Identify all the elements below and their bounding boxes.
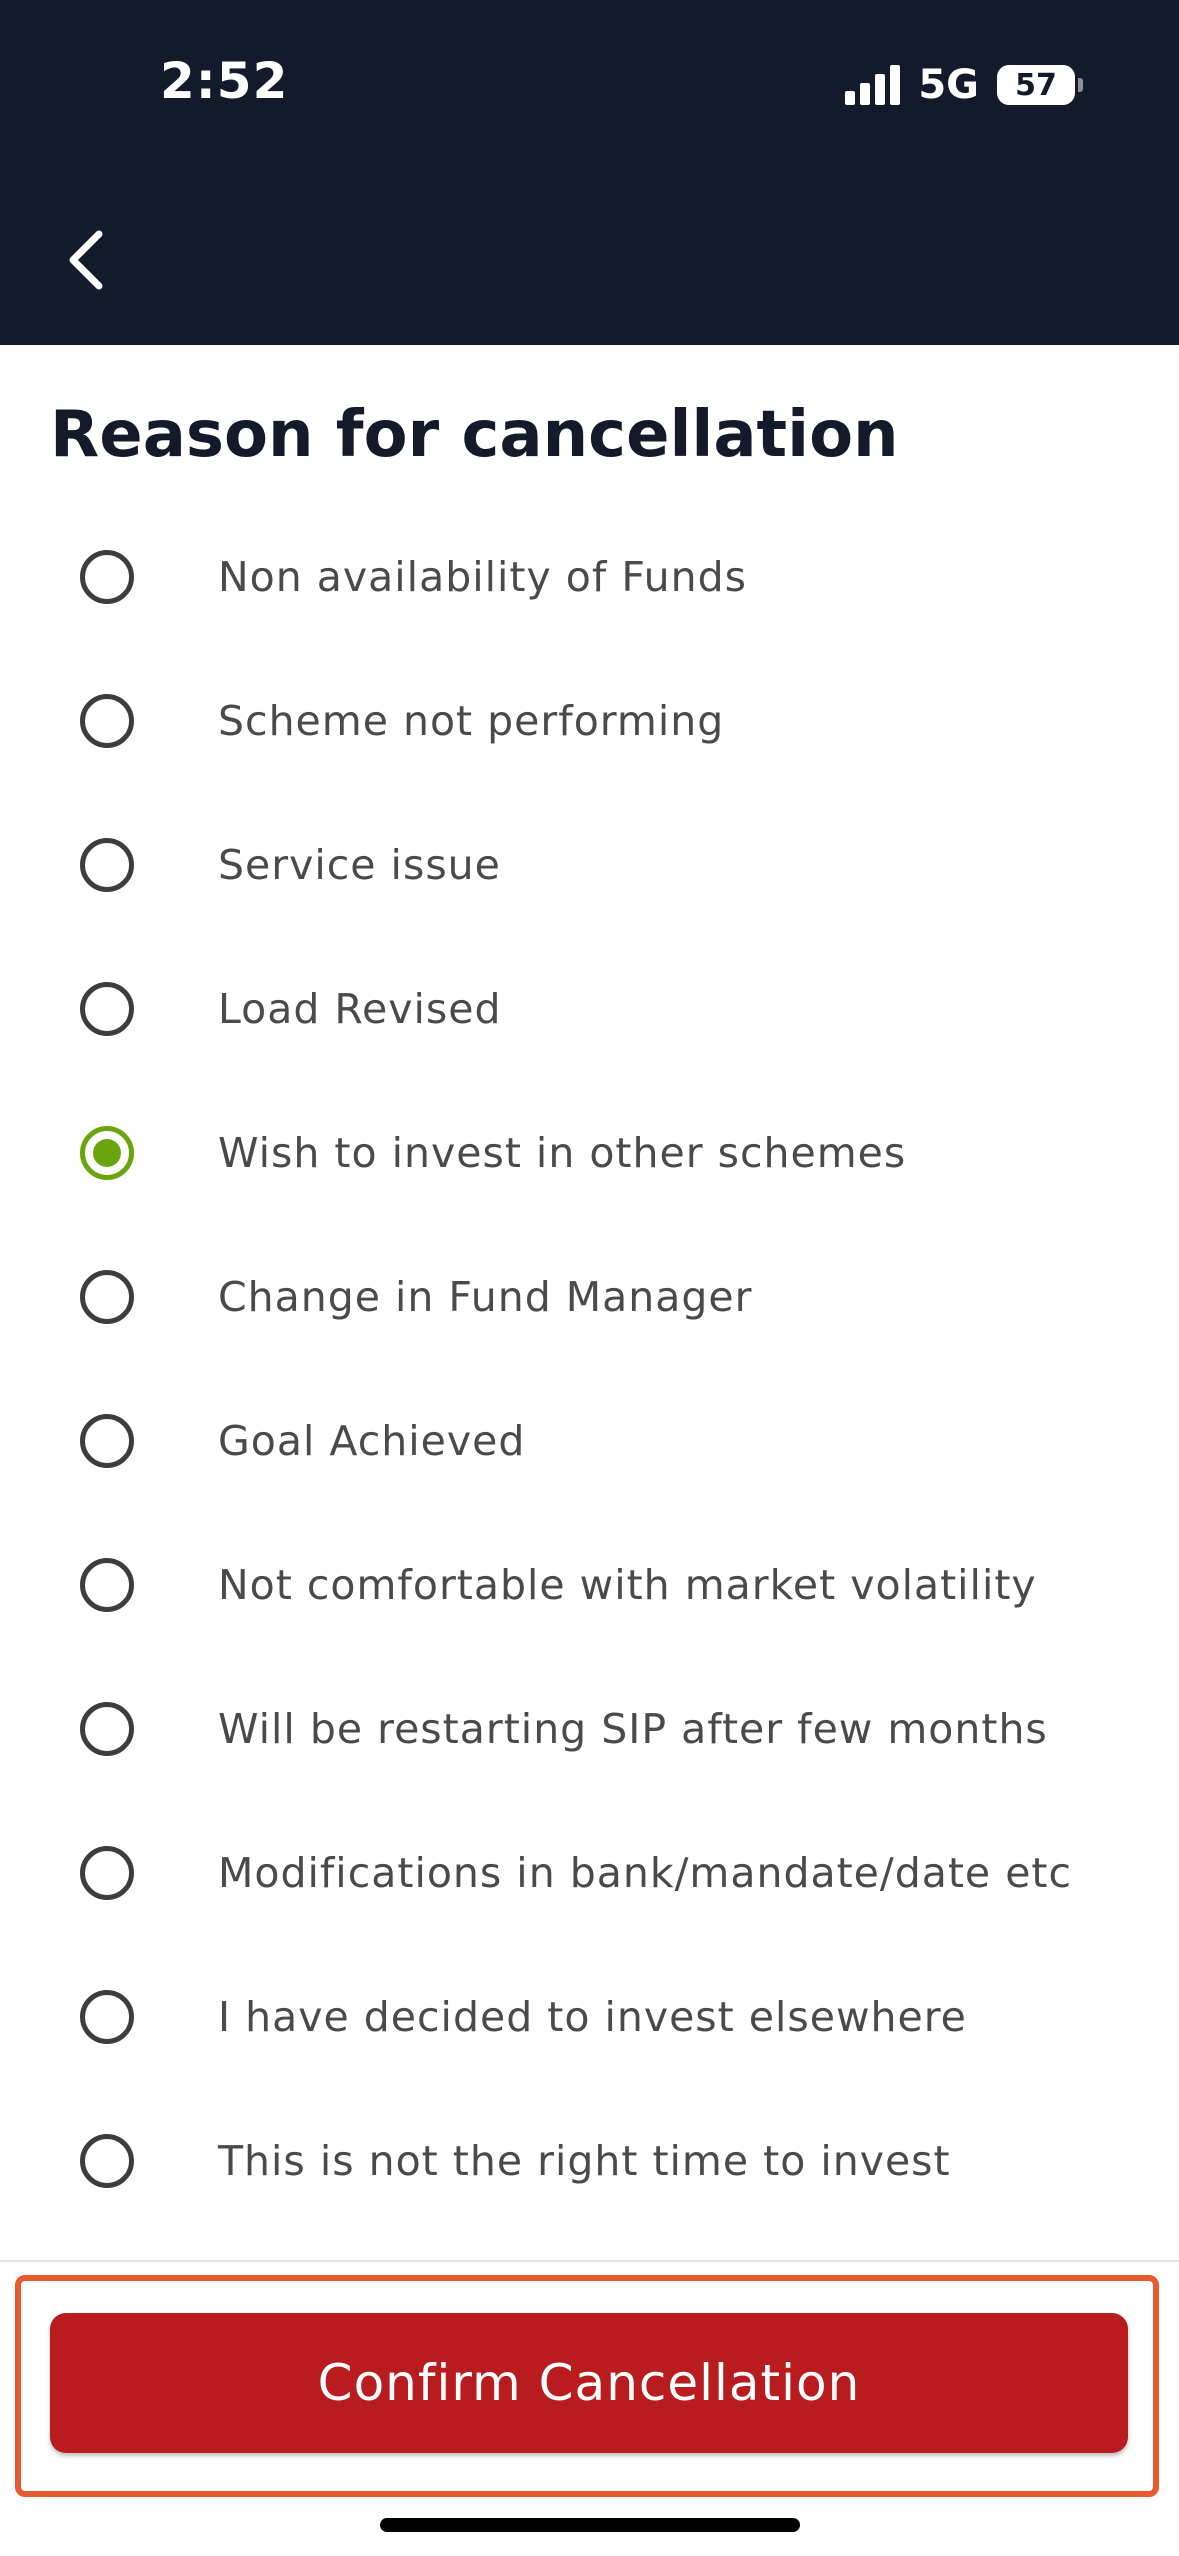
radio-button[interactable] <box>80 1990 134 2044</box>
reason-label: Change in Fund Manager <box>218 1273 753 1321</box>
reason-label: This is not the right time to invest <box>218 2137 951 2185</box>
reason-option[interactable]: Service issue <box>0 793 1179 937</box>
reason-option[interactable]: I have decided to invest elsewhere <box>0 1945 1179 2089</box>
reason-label: Not comfortable with market volatility <box>218 1561 1037 1609</box>
reason-label: Will be restarting SIP after few months <box>218 1705 1048 1753</box>
reason-option[interactable]: Will be restarting SIP after few months <box>0 1657 1179 1801</box>
reason-label: Non availability of Funds <box>218 553 748 601</box>
reason-label: Scheme not performing <box>218 697 725 745</box>
radio-button[interactable] <box>80 2134 134 2188</box>
battery-cap <box>1078 78 1083 92</box>
reason-option[interactable]: Non availability of Funds <box>0 505 1179 649</box>
radio-button[interactable] <box>80 1414 134 1468</box>
radio-button[interactable] <box>80 1270 134 1324</box>
status-time: 2:52 <box>160 52 289 110</box>
reason-option[interactable]: Scheme not performing <box>0 649 1179 793</box>
back-button[interactable] <box>50 220 120 300</box>
radio-button[interactable] <box>80 1558 134 1612</box>
reason-option[interactable]: Load Revised <box>0 937 1179 1081</box>
radio-button[interactable] <box>80 694 134 748</box>
reason-label: Goal Achieved <box>218 1417 526 1465</box>
header-bar: 2:52 5G 57 <box>0 0 1179 345</box>
reason-label: Wish to invest in other schemes <box>218 1129 907 1177</box>
radio-button[interactable] <box>80 550 134 604</box>
page-title: Reason for cancellation <box>50 398 899 472</box>
chevron-left-icon <box>69 230 103 290</box>
radio-button-selected[interactable] <box>80 1126 134 1180</box>
reason-option[interactable]: Wish to invest in other schemes <box>0 1081 1179 1225</box>
screen: 2:52 5G 57 Reason for cancellation Non a… <box>0 0 1179 2556</box>
status-indicators: 5G 57 <box>845 60 1083 110</box>
radio-button[interactable] <box>80 982 134 1036</box>
reason-label: I have decided to invest elsewhere <box>218 1993 967 2041</box>
reason-option[interactable]: Change in Fund Manager <box>0 1225 1179 1369</box>
home-indicator <box>380 2518 800 2532</box>
reason-label: Modifications in bank/mandate/date etc <box>218 1849 1073 1897</box>
confirm-cancellation-button[interactable]: Confirm Cancellation <box>50 2313 1128 2453</box>
reason-option[interactable]: This is not the right time to invest <box>0 2089 1179 2233</box>
radio-button[interactable] <box>80 838 134 892</box>
reason-option[interactable]: Modifications in bank/mandate/date etc <box>0 1801 1179 1945</box>
battery-level: 57 <box>997 65 1075 105</box>
battery-icon: 57 <box>997 65 1083 105</box>
reason-option[interactable]: Not comfortable with market volatility <box>0 1513 1179 1657</box>
radio-button[interactable] <box>80 1846 134 1900</box>
reason-option[interactable]: Goal Achieved <box>0 1369 1179 1513</box>
network-type: 5G <box>918 62 979 108</box>
reason-label: Service issue <box>218 841 501 889</box>
reason-list: Non availability of Funds Scheme not perf… <box>0 505 1179 2233</box>
signal-icon <box>845 65 901 105</box>
radio-button[interactable] <box>80 1702 134 1756</box>
footer-divider <box>0 2260 1179 2262</box>
reason-label: Load Revised <box>218 985 502 1033</box>
